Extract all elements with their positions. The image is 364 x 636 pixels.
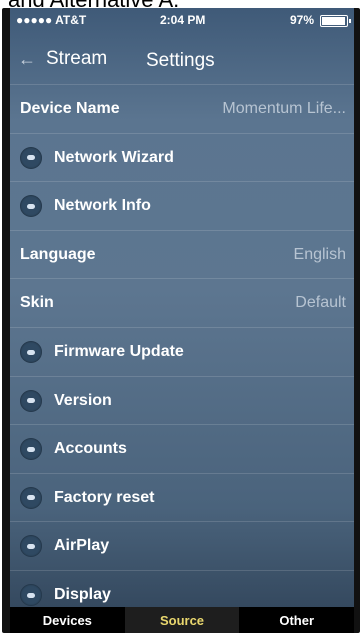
bullet-icon: [20, 389, 42, 412]
settings-row-label: Accounts: [54, 440, 127, 458]
battery-fill: [322, 17, 345, 25]
bullet-dot: [27, 446, 35, 452]
clock: 2:04 PM: [160, 13, 206, 27]
tab-other[interactable]: Other: [239, 607, 354, 633]
tab-label: Devices: [42, 612, 92, 628]
bullet-dot: [27, 203, 35, 209]
battery-percentage: 97%: [289, 13, 314, 27]
tab-label: Other: [279, 612, 315, 628]
settings-row-value: English: [293, 245, 346, 263]
bullet-icon: [20, 584, 42, 606]
settings-row-label: Display: [54, 586, 111, 603]
settings-row-label: AirPlay: [54, 537, 110, 555]
settings-row-network-wizard[interactable]: Network Wizard: [10, 132, 354, 182]
settings-row-device-name[interactable]: Device Name Momentum Life...: [10, 84, 354, 133]
settings-row-label: Factory reset: [54, 488, 155, 506]
settings-row-label: Version: [54, 391, 112, 409]
bullet-dot: [27, 495, 35, 501]
bullet-dot: [27, 543, 35, 549]
tab-devices[interactable]: Devices: [10, 607, 125, 633]
settings-row-label: Language: [20, 245, 96, 263]
settings-row-label: Network Info: [54, 197, 151, 215]
settings-row-airplay[interactable]: AirPlay: [10, 521, 354, 570]
bullet-icon: [20, 195, 42, 218]
status-bar: ●●●●● AT&T 2:04 PM 97%: [10, 8, 354, 32]
bullet-dot: [27, 592, 35, 598]
bullet-icon: [20, 341, 42, 363]
settings-row-skin[interactable]: Skin Default: [10, 278, 354, 327]
bullet-icon: [20, 438, 42, 461]
settings-row-label: Skin: [20, 294, 54, 312]
battery-icon: [320, 15, 351, 27]
settings-row-value: Momentum Life...: [222, 100, 346, 117]
bullet-icon: [20, 486, 42, 509]
back-arrow-icon: ←: [18, 48, 36, 69]
battery-tip: [349, 19, 351, 23]
navigation-bar: ← Stream Settings: [10, 42, 354, 78]
settings-row-label: Firmware Update: [54, 343, 184, 360]
settings-row-version[interactable]: Version: [10, 375, 354, 425]
phone-frame: ●●●●● AT&T 2:04 PM 97% ← Stream Settings…: [2, 8, 360, 633]
bullet-dot: [27, 398, 35, 404]
settings-row-value: Default: [295, 294, 346, 312]
back-button-label: Stream: [46, 48, 108, 69]
bullet-icon: [20, 146, 42, 169]
settings-row-factory-reset[interactable]: Factory reset: [10, 472, 354, 522]
settings-row-language[interactable]: Language English: [10, 229, 354, 279]
settings-row-label: Network Wizard: [54, 148, 174, 166]
tab-bar: Devices Source Other: [10, 607, 354, 633]
settings-row-firmware-update[interactable]: Firmware Update: [10, 327, 354, 376]
back-button[interactable]: ← Stream: [18, 46, 107, 72]
settings-row-accounts[interactable]: Accounts: [10, 424, 354, 473]
bullet-icon: [20, 535, 42, 558]
settings-row-label: Device Name: [20, 100, 120, 117]
bullet-dot: [27, 349, 35, 355]
bullet-dot: [27, 155, 35, 161]
tab-source[interactable]: Source: [124, 607, 240, 633]
settings-row-network-info[interactable]: Network Info: [10, 181, 354, 230]
page-title: Settings: [146, 50, 215, 71]
carrier-signal: ●●●●● AT&T: [16, 13, 87, 27]
tab-label: Source: [159, 612, 205, 628]
settings-screen: ●●●●● AT&T 2:04 PM 97% ← Stream Settings…: [10, 8, 354, 633]
